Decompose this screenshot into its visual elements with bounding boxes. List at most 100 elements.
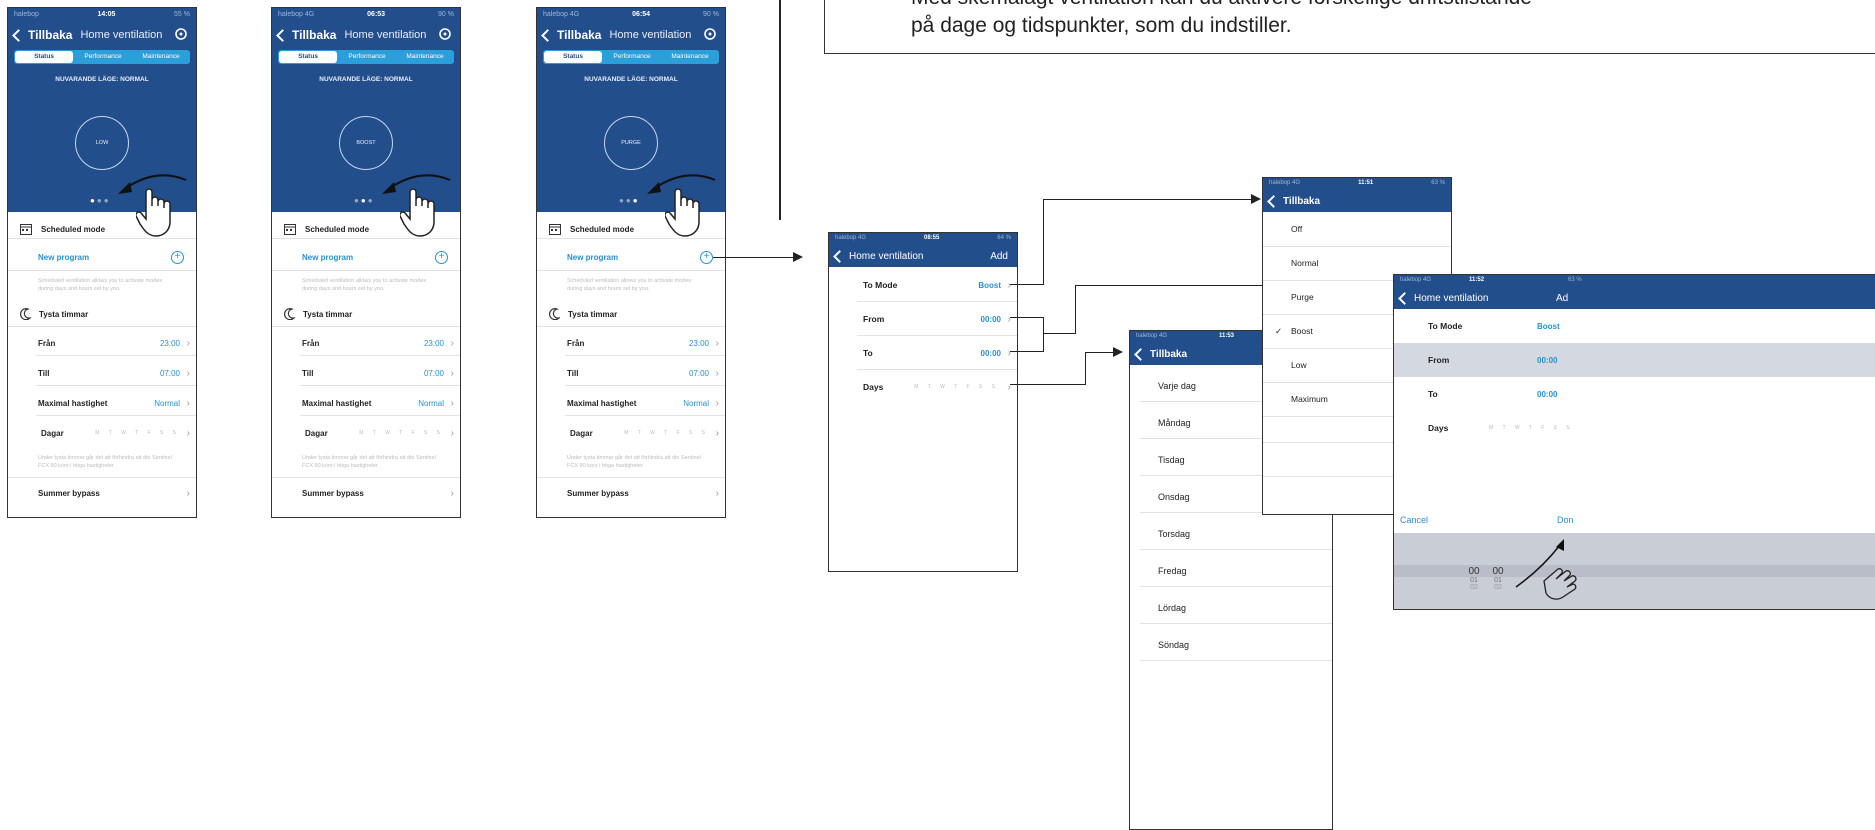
days-row[interactable]: Dagar M T W T F S S › xyxy=(8,426,196,440)
mode-dial[interactable]: BOOST xyxy=(339,116,393,170)
clock-label: 08:55 xyxy=(923,235,940,241)
add-program-icon[interactable]: + xyxy=(700,250,713,264)
tab-maintenance[interactable]: Maintenance xyxy=(132,50,190,64)
current-mode-label: NUVARANDE LÄGE: NORMAL xyxy=(55,76,149,83)
time-row[interactable]: Days M T W T F S S xyxy=(1394,411,1875,445)
add-row[interactable]: To Mode Boost › xyxy=(829,277,1017,293)
tab-status[interactable]: Status xyxy=(279,51,337,63)
mode-option[interactable]: Normal xyxy=(1263,258,1451,268)
summer-bypass-row[interactable]: Summer bypass › xyxy=(8,486,196,500)
clock-label: 11:52 xyxy=(1469,277,1485,283)
back-button[interactable]: Tillbaka xyxy=(1267,194,1320,208)
max-speed-row[interactable]: Maximal hastighet Normal › xyxy=(537,396,725,410)
from-row[interactable]: Från 23:00 › xyxy=(537,336,725,350)
instruction-line-1: Med skemalagt ventilation kan du aktiver… xyxy=(911,0,1532,10)
days-row[interactable]: Dagar M T W T F S S › xyxy=(272,426,460,440)
chevron-right-icon: › xyxy=(186,427,190,439)
to-row[interactable]: Till 07:00 › xyxy=(8,366,196,380)
connector-line xyxy=(1010,284,1044,285)
time-row-label: To xyxy=(1428,389,1438,399)
tab-bar: Status Performance Maintenance xyxy=(14,50,190,64)
add-button[interactable]: Ad xyxy=(1556,293,1568,304)
new-program-link[interactable]: New program xyxy=(302,253,353,262)
day-option[interactable]: Lördag xyxy=(1130,603,1332,613)
new-program-link[interactable]: New program xyxy=(38,253,89,262)
time-row[interactable]: From 00:00 xyxy=(1394,343,1875,377)
max-speed-row[interactable]: Maximal hastighet Normal › xyxy=(8,396,196,410)
day-option[interactable]: Torsdag xyxy=(1130,529,1332,539)
hour-wheel[interactable]: 00 01 02 xyxy=(1466,566,1482,591)
connector-line xyxy=(1085,352,1086,385)
back-button[interactable]: Tillbaka xyxy=(276,28,336,42)
status-bar: halebop 14:05 55 % xyxy=(8,8,196,22)
moon-icon xyxy=(284,308,295,320)
time-row[interactable]: To 00:00 xyxy=(1394,377,1875,411)
scheduled-mode-row: Scheduled mode xyxy=(272,221,460,237)
clock-label: 06:53 xyxy=(367,11,386,18)
tab-maintenance[interactable]: Maintenance xyxy=(661,50,719,64)
summer-bypass-row[interactable]: Summer bypass › xyxy=(272,486,460,500)
back-button[interactable]: Tillbaka xyxy=(1134,347,1187,361)
status-header: halebop 14:05 55 % Tillbaka Home ventila… xyxy=(8,8,196,237)
minute-option: 01 xyxy=(1494,577,1502,584)
add-program-icon[interactable]: + xyxy=(171,250,184,264)
tab-performance[interactable]: Performance xyxy=(338,50,396,64)
tab-status[interactable]: Status xyxy=(15,51,73,63)
back-label: Tillbaka xyxy=(28,28,73,42)
chevron-right-icon: › xyxy=(186,397,190,409)
status-screen-3: halebop 4G 06:54 90 % Tillbaka Home vent… xyxy=(536,7,726,518)
back-button[interactable]: Tillbaka xyxy=(541,28,601,42)
divider xyxy=(272,477,460,478)
new-program-link[interactable]: New program xyxy=(567,253,618,262)
time-picker[interactable]: 00 01 02 00 01 02 xyxy=(1394,533,1875,609)
tab-performance[interactable]: Performance xyxy=(74,50,132,64)
new-program-row[interactable]: New program + xyxy=(272,250,460,264)
cancel-button[interactable]: Cancel xyxy=(1400,515,1428,525)
tab-performance[interactable]: Performance xyxy=(603,50,661,64)
day-option[interactable]: Fredag xyxy=(1130,566,1332,576)
to-value: 07:00 xyxy=(159,368,180,378)
chevron-left-icon xyxy=(833,249,846,263)
mode-dial[interactable]: PURGE xyxy=(604,116,658,170)
to-row[interactable]: Till 07:00 › xyxy=(537,366,725,380)
days-row[interactable]: Dagar M T W T F S S › xyxy=(537,426,725,440)
settings-icon[interactable] xyxy=(438,27,452,44)
tab-maintenance[interactable]: Maintenance xyxy=(396,50,454,64)
add-row[interactable]: Days M T W T F S S › xyxy=(829,379,1017,395)
mode-option[interactable]: Off xyxy=(1263,224,1451,234)
days-letters: M T W T F S S xyxy=(914,384,999,390)
add-program-icon[interactable]: + xyxy=(435,250,448,264)
chevron-right-icon: › xyxy=(715,337,719,349)
add-header: halebop 4G 08:55 64 % Home ventilation A… xyxy=(829,233,1017,267)
from-row[interactable]: Från 23:00 › xyxy=(8,336,196,350)
summer-bypass-row[interactable]: Summer bypass › xyxy=(537,486,725,500)
new-program-row[interactable]: New program + xyxy=(8,250,196,264)
divider xyxy=(1140,623,1332,624)
new-program-row[interactable]: New program + xyxy=(537,250,725,264)
from-row[interactable]: Från 23:00 › xyxy=(272,336,460,350)
from-label: Från xyxy=(567,338,585,348)
add-row[interactable]: From 00:00 › xyxy=(829,311,1017,327)
mode-dial[interactable]: LOW xyxy=(75,116,129,170)
settings-icon[interactable] xyxy=(174,27,188,44)
mode-option-label: Maximum xyxy=(1291,394,1328,404)
back-button[interactable]: Home ventilation xyxy=(833,249,923,263)
back-button[interactable]: Home ventilation xyxy=(1398,291,1488,305)
max-speed-value: Normal xyxy=(418,398,444,408)
add-row[interactable]: To 00:00 › xyxy=(829,345,1017,361)
minute-wheel[interactable]: 00 01 02 xyxy=(1490,566,1506,591)
chevron-right-icon: › xyxy=(1007,279,1011,291)
settings-icon[interactable] xyxy=(703,27,717,44)
max-speed-row[interactable]: Maximal hastighet Normal › xyxy=(272,396,460,410)
to-label: Till xyxy=(302,368,314,378)
time-row[interactable]: To Mode Boost xyxy=(1394,309,1875,343)
to-row[interactable]: Till 07:00 › xyxy=(272,366,460,380)
done-button[interactable]: Don xyxy=(1557,515,1574,525)
tab-status[interactable]: Status xyxy=(544,51,602,63)
swipe-hand-icon xyxy=(1543,568,1577,600)
screen-title: Home ventilation xyxy=(80,29,163,41)
day-option[interactable]: Söndag xyxy=(1130,640,1332,650)
back-button[interactable]: Tillbaka xyxy=(12,28,73,42)
add-button[interactable]: Add xyxy=(990,251,1008,262)
connector-line xyxy=(1043,317,1044,352)
